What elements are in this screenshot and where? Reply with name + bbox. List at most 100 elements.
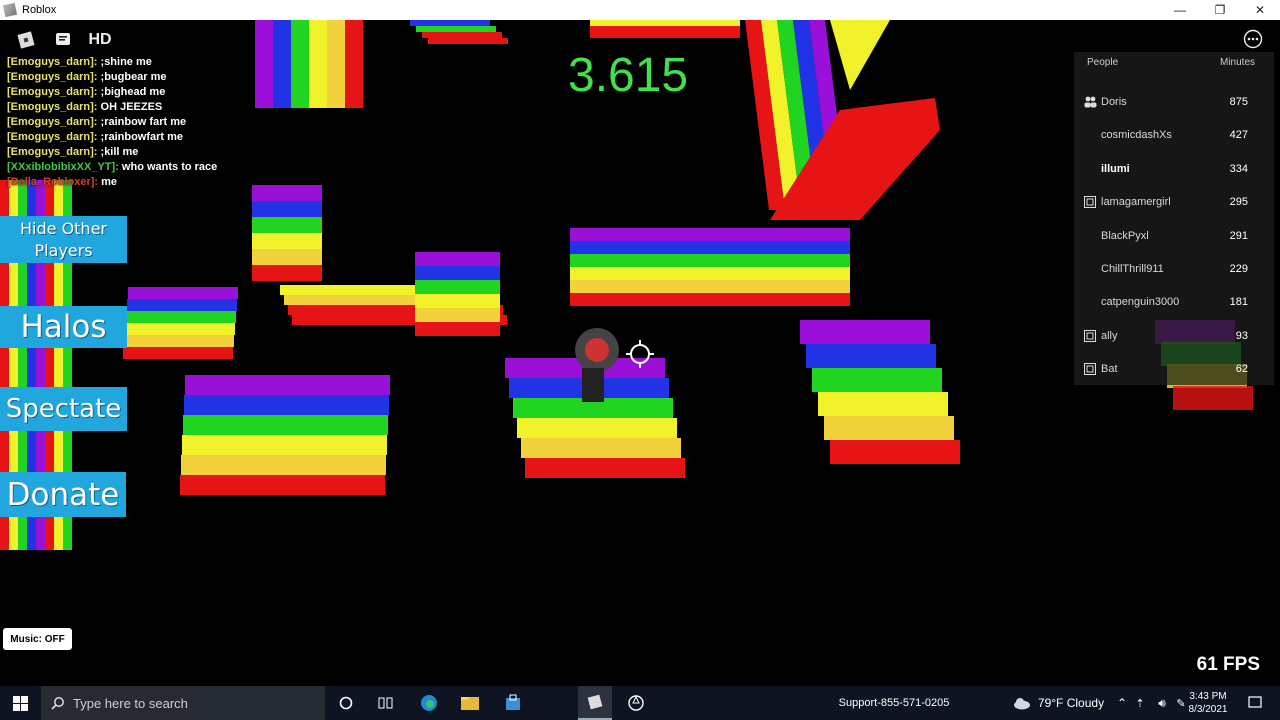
more-options-icon[interactable] [1241, 27, 1265, 51]
player-minutes: 181 [1229, 296, 1248, 309]
search-icon [51, 697, 64, 710]
player-row[interactable]: BlackPyxl 291 [1074, 220, 1274, 253]
chat-message: [Emoguys_darn]: ;bugbear me [7, 70, 217, 85]
chat-text: ;bugbear me [97, 71, 167, 83]
rainbow-stair-1 [252, 185, 322, 281]
chat-message: [Emoguys_darn]: ;rainbowfart me [7, 130, 217, 145]
speaker-icon[interactable]: 🔊︎ [1152, 686, 1172, 720]
support-label: Support-855-571-0205 [838, 697, 950, 709]
rainbow-stair-5 [570, 228, 850, 306]
roblox-menu-icon[interactable] [14, 28, 38, 52]
player-minutes: 334 [1229, 162, 1248, 175]
file-explorer-icon[interactable] [455, 686, 485, 720]
fps-counter: 61 FPS [1196, 654, 1260, 675]
chat-text: ;bighead me [97, 86, 166, 98]
player-minutes: 427 [1229, 129, 1248, 142]
chat-author[interactable]: [Emoguys_darn]: [7, 146, 97, 158]
game-viewport[interactable]: HD [Emoguys_darn]: ;shine me [Emoguys_dar… [0, 20, 1280, 686]
chat-author[interactable]: [Emoguys_darn]: [7, 101, 97, 113]
player-name: lamagamergirl [1101, 196, 1171, 209]
chevron-up-icon[interactable]: ⌃ [1112, 686, 1132, 720]
window-title: Roblox [22, 4, 57, 16]
chat-text: ;rainbow fart me [97, 116, 187, 128]
chat-author[interactable]: [Emoguys_darn]: [7, 131, 97, 143]
chat-author[interactable]: [Emoguys_darn]: [7, 116, 97, 128]
player-list: People Minutes Doris 875 cosmicdashXs 427 il… [1074, 52, 1274, 385]
hide-other-players-button[interactable]: Hide Other Players [0, 216, 127, 263]
chat-author[interactable]: [Emoguys_darn]: [7, 86, 97, 98]
rainbow-stair-4 [123, 287, 238, 359]
hd-admin-icon[interactable]: HD [88, 28, 112, 52]
player-row[interactable]: ChillThrill911 229 [1074, 253, 1274, 286]
player-minutes: 295 [1229, 196, 1248, 209]
friends-icon [1084, 96, 1097, 109]
player-minutes: 229 [1229, 263, 1248, 275]
chat-author[interactable]: [Bella_Robloxer]: [7, 176, 98, 188]
player-minutes: 62 [1235, 363, 1248, 376]
chat-author[interactable]: [XXxiblobibixXX_YT]: [7, 161, 119, 173]
chat-author[interactable]: [Emoguys_darn]: [7, 71, 97, 83]
chat-text: who wants to race [118, 161, 218, 173]
chat-message: [Emoguys_darn]: ;shine me [7, 55, 217, 70]
player-minutes: 291 [1229, 229, 1248, 242]
premium-icon [1084, 363, 1097, 376]
window-titlebar: Roblox — ❐ ✕ [0, 0, 1280, 20]
rainbow-block-top-left [255, 20, 363, 108]
player-minutes: 875 [1229, 96, 1248, 108]
spectate-button[interactable]: Spectate [0, 387, 127, 431]
notifications-icon[interactable] [1242, 686, 1268, 720]
chat-message: [Emoguys_darn]: OH JEEZES [7, 100, 217, 115]
taskbar-search-box[interactable]: Type here to search [41, 686, 325, 720]
close-button[interactable]: ✕ [1240, 0, 1280, 20]
player-row[interactable]: cosmicdashXs 427 [1074, 119, 1274, 152]
chat-text: ;shine me [97, 56, 152, 68]
premium-icon [1084, 329, 1097, 343]
maximize-button[interactable]: ❐ [1200, 0, 1240, 20]
chat-message: [Bella_Robloxer]: me [7, 175, 217, 190]
rainbow-block-top-center [590, 20, 740, 38]
windows-start-icon[interactable] [0, 686, 40, 720]
clock-date: 8/3/2021 [1188, 704, 1228, 715]
player-row[interactable]: illumi 334 [1074, 153, 1274, 186]
edge-browser-icon[interactable] [414, 686, 444, 720]
player-name: Bat [1101, 363, 1118, 376]
chat-message: [XXxiblobibixXX_YT]: who wants to race [7, 160, 217, 175]
chat-text: ;kill me [97, 146, 139, 158]
player-name: ally [1101, 329, 1118, 342]
chat-text: me [98, 176, 118, 188]
player-row[interactable]: Doris 875 [1074, 86, 1274, 119]
player-row[interactable]: ally 93 [1074, 320, 1274, 353]
weather-label[interactable]: 79°F Cloudy [1034, 686, 1108, 720]
race-timer: 3.615 [568, 49, 689, 102]
player-minutes: 93 [1235, 329, 1248, 342]
chat-icon[interactable] [51, 28, 75, 52]
player-row[interactable]: Bat 62 [1074, 353, 1274, 386]
chat-message: [Emoguys_darn]: ;bighead me [7, 85, 217, 100]
rainbow-stair-6 [180, 375, 390, 495]
network-icon[interactable]: ⇡ [1130, 686, 1150, 720]
player-name: BlackPyxl [1101, 229, 1149, 242]
clock[interactable]: 3:43 PM 8/3/2021 [1182, 686, 1234, 720]
recorder-icon[interactable] [621, 686, 651, 720]
chat-message: [Emoguys_darn]: ;kill me [7, 145, 217, 160]
roblox-taskbar-icon[interactable] [578, 686, 612, 720]
player-row[interactable]: catpenguin3000 181 [1074, 286, 1274, 319]
player-name: ChillThrill911 [1101, 263, 1164, 275]
cortana-icon[interactable] [332, 686, 360, 720]
people-header: People [1087, 57, 1119, 68]
player-name: cosmicdashXs [1101, 129, 1172, 142]
rainbow-ramp-top-right [745, 20, 940, 220]
player-row[interactable]: lamagamergirl 295 [1074, 186, 1274, 219]
task-view-icon[interactable] [372, 686, 400, 720]
store-icon[interactable] [498, 686, 528, 720]
clock-time: 3:43 PM [1189, 691, 1227, 702]
donate-button[interactable]: Donate [0, 472, 126, 517]
halos-button[interactable]: Halos [0, 306, 127, 348]
rainbow-stair-3 [415, 252, 500, 336]
music-toggle-button[interactable]: Music: OFF [3, 628, 72, 650]
chat-author[interactable]: [Emoguys_darn]: [7, 56, 97, 68]
windows-taskbar: Type here to search Support-855-571-0205… [0, 686, 1280, 720]
rainbow-block-top-mid [410, 20, 508, 44]
minimize-button[interactable]: — [1160, 0, 1200, 20]
window-controls: — ❐ ✕ [1160, 0, 1280, 20]
